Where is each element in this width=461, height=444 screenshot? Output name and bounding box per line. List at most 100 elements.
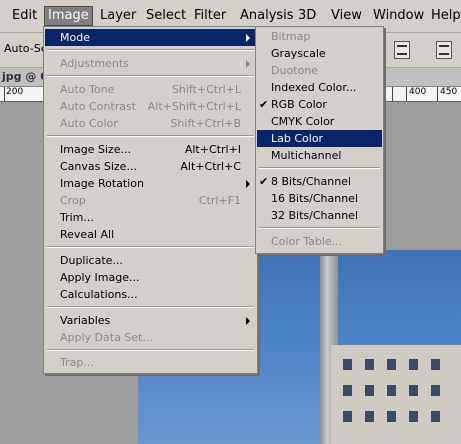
mode-submenu: Bitmap Grayscale Duotone Indexed Color..… [255,26,384,254]
mode-item-rgb-color[interactable]: ✔ RGB Color [257,96,382,113]
menu-separator [259,227,380,229]
menu-3d[interactable]: 3D [295,7,319,25]
menu-item-auto-tone[interactable]: Auto Tone Shift+Ctrl+L [45,81,256,98]
menu-layer[interactable]: Layer [97,7,139,25]
menu-item-trap[interactable]: Trap... [45,354,256,371]
menu-item-variables[interactable]: Variables [45,312,256,329]
menu-item-label: Crop [60,194,86,207]
menu-item-shortcut: Shift+Ctrl+B [170,117,241,130]
mode-item-duotone[interactable]: Duotone [257,62,382,79]
menu-item-label: Mode [60,31,90,44]
menu-item-label: 8 Bits/Channel [271,175,352,188]
mode-item-bitmap[interactable]: Bitmap [257,28,382,45]
menu-item-label: Reveal All [60,228,115,241]
window-shape [387,385,396,396]
mode-item-indexed-color[interactable]: Indexed Color... [257,79,382,96]
ruler-tick [406,87,407,101]
menu-window[interactable]: Window [370,7,427,25]
window-shape [409,359,418,370]
menu-item-crop[interactable]: Crop Ctrl+F1 [45,192,256,209]
menu-item-label: RGB Color [271,98,327,111]
submenu-arrow-icon [246,317,250,325]
document-title: jpg @ 6 [2,70,48,83]
menu-image[interactable]: Image [44,6,93,26]
mode-item-32-bits[interactable]: 32 Bits/Channel [257,207,382,224]
menu-item-label: Trap... [60,356,94,369]
align-icon[interactable] [394,41,410,59]
window-shape [343,411,352,422]
menu-item-label: Auto Color [60,117,118,130]
window-shape [409,411,418,422]
mode-item-multichannel[interactable]: Multichannel [257,147,382,164]
menu-separator [47,246,254,248]
menu-item-adjustments[interactable]: Adjustments [45,55,256,72]
auto-select-option[interactable]: Auto-Se [4,42,47,55]
ruler-tick [437,87,438,101]
menu-item-image-rotation[interactable]: Image Rotation [45,175,256,192]
menu-separator [47,135,254,137]
window-shape [365,359,374,370]
menu-item-auto-contrast[interactable]: Auto Contrast Alt+Shift+Ctrl+L [45,98,256,115]
menu-item-canvas-size[interactable]: Canvas Size... Alt+Ctrl+C [45,158,256,175]
ruler-label: 200 [6,87,24,97]
distribute-icon[interactable] [436,41,452,59]
building-shape [331,345,461,444]
menu-select[interactable]: Select [143,7,189,25]
window-shape [343,359,352,370]
menu-item-label: CMYK Color [271,115,335,128]
menu-item-label: Color Table... [271,235,343,248]
menu-item-duplicate[interactable]: Duplicate... [45,252,256,269]
image-menu: Mode Adjustments Auto Tone Shift+Ctrl+L … [43,26,258,374]
window-shape [431,411,440,422]
menu-separator [47,75,254,77]
mode-item-lab-color[interactable]: Lab Color [257,130,382,147]
ruler-tick [392,87,393,101]
mode-item-cmyk-color[interactable]: CMYK Color [257,113,382,130]
menu-item-label: Calculations... [60,288,138,301]
menu-item-label: Variables [60,314,111,327]
ruler-label: 400 [409,87,427,97]
menu-item-label: Apply Data Set... [60,331,153,344]
menu-separator [259,167,380,169]
menu-item-label: 16 Bits/Channel [271,192,359,205]
menu-item-label: Apply Image... [60,271,140,284]
menu-item-reveal-all[interactable]: Reveal All [45,226,256,243]
menu-view[interactable]: View [328,7,365,25]
window-shape [365,385,374,396]
menu-item-shortcut: Alt+Shift+Ctrl+L [147,100,241,113]
submenu-arrow-icon [246,180,250,188]
menu-edit[interactable]: Edit [9,7,40,25]
menu-item-label: Image Size... [60,143,132,156]
mode-item-16-bits[interactable]: 16 Bits/Channel [257,190,382,207]
window-shape [365,411,374,422]
menu-separator [47,349,254,351]
menu-separator [47,306,254,308]
menu-item-label: Duotone [271,64,318,77]
window-shape [409,385,418,396]
menu-item-label: Auto Contrast [60,100,137,113]
check-icon: ✔ [259,175,269,188]
menu-item-trim[interactable]: Trim... [45,209,256,226]
check-icon: ✔ [259,98,269,111]
menu-item-label: Indexed Color... [271,81,357,94]
menu-help[interactable]: Help [428,7,461,25]
window-shape [387,359,396,370]
ruler-label: 450 [440,87,458,97]
menu-item-mode[interactable]: Mode [45,29,256,46]
menu-analysis[interactable]: Analysis [237,7,297,25]
menu-item-image-size[interactable]: Image Size... Alt+Ctrl+I [45,141,256,158]
mode-item-grayscale[interactable]: Grayscale [257,45,382,62]
menu-filter[interactable]: Filter [191,7,229,25]
window-shape [431,359,440,370]
menu-item-label: Auto Tone [60,83,115,96]
menu-item-apply-data-set[interactable]: Apply Data Set... [45,329,256,346]
mode-item-8-bits[interactable]: ✔ 8 Bits/Channel [257,173,382,190]
menu-item-label: Lab Color [271,132,324,145]
mode-item-color-table[interactable]: Color Table... [257,233,382,250]
submenu-arrow-icon [246,60,250,68]
menu-item-auto-color[interactable]: Auto Color Shift+Ctrl+B [45,115,256,132]
menu-item-calculations[interactable]: Calculations... [45,286,256,303]
menu-item-label: Multichannel [271,149,342,162]
menu-item-apply-image[interactable]: Apply Image... [45,269,256,286]
menu-item-label: Duplicate... [60,254,123,267]
